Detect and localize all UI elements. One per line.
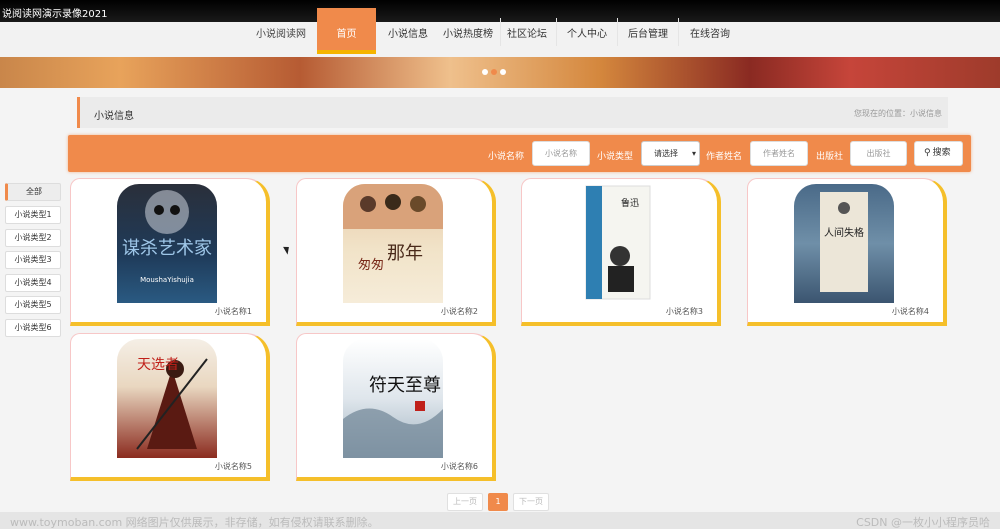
nav-divider	[556, 18, 557, 46]
carousel-dot[interactable]	[482, 69, 488, 75]
category-type-1[interactable]: 小说类型1	[5, 206, 61, 224]
novel-type-select[interactable]: 请选择 ▾	[641, 141, 700, 166]
cover-title-text: 天选者	[137, 357, 179, 373]
top-navbar: 小说阅读网 首页 小说信息 小说热度榜 社区论坛 个人中心 后台管理 在线咨询	[0, 8, 1000, 56]
novel-cover-image[interactable]: 人间失格	[794, 184, 894, 303]
publisher-input[interactable]: 出版社	[850, 141, 907, 166]
nav-community-forum[interactable]: 社区论坛	[503, 8, 551, 54]
novel-name[interactable]: 小说名称6	[441, 461, 478, 472]
author-name-label: 作者姓名	[706, 152, 743, 162]
novel-name[interactable]: 小说名称1	[215, 306, 252, 317]
category-type-2[interactable]: 小说类型2	[5, 229, 61, 247]
prev-page-button[interactable]: 上一页	[447, 493, 483, 511]
nav-home-label: 首页	[336, 29, 357, 40]
nav-divider	[500, 18, 501, 46]
site-brand[interactable]: 小说阅读网	[256, 25, 306, 40]
nav-personal-center-label: 个人中心	[567, 29, 607, 40]
nav-online-consult-label: 在线咨询	[690, 29, 730, 40]
page-title: 小说信息	[94, 111, 134, 122]
nav-popularity-ranking[interactable]: 小说热度榜	[440, 8, 496, 54]
novel-cover-image[interactable]: 符天至尊	[343, 339, 443, 458]
cover-title-text: 人间失格	[824, 226, 864, 239]
next-page-button[interactable]: 下一页	[513, 493, 549, 511]
novel-cover-image[interactable]: 鲁迅	[568, 184, 668, 303]
breadcrumb: 您现在的位置：小说信息	[854, 109, 942, 118]
nav-online-consult[interactable]: 在线咨询	[686, 8, 734, 54]
novel-card[interactable]: 人间失格 小说名称4	[747, 178, 947, 326]
category-all[interactable]: 全部	[5, 183, 61, 201]
nav-personal-center[interactable]: 个人中心	[563, 8, 611, 54]
novel-name-label: 小说名称	[488, 152, 525, 162]
nav-divider	[678, 18, 679, 46]
nav-novel-info[interactable]: 小说信息	[384, 8, 432, 54]
cover-title-text: 那年	[387, 243, 423, 264]
cover-title-text: 符天至尊	[369, 375, 441, 396]
novel-name[interactable]: 小说名称2	[441, 306, 478, 317]
novel-name-input[interactable]: 小说名称	[532, 141, 590, 166]
novel-card[interactable]: 谋杀艺术家 MoushaYishujia 小说名称1	[70, 178, 270, 326]
nav-divider	[617, 18, 618, 46]
author-name-input[interactable]: 作者姓名	[750, 141, 808, 166]
novel-type-selected: 请选择	[654, 149, 678, 158]
novel-card[interactable]: 天选者 小说名称5	[70, 333, 270, 481]
section-header: 小说信息 您现在的位置：小说信息	[77, 97, 948, 128]
page-number-current[interactable]: 1	[488, 493, 508, 511]
cover-title-text: 谋杀艺术家	[122, 238, 212, 259]
nav-community-forum-label: 社区论坛	[507, 29, 547, 40]
category-type-6[interactable]: 小说类型6	[5, 319, 61, 337]
nav-popularity-ranking-label: 小说热度榜	[443, 29, 493, 40]
novel-card[interactable]: 鲁迅 小说名称3	[521, 178, 721, 326]
novel-card[interactable]: 符天至尊 小说名称6	[296, 333, 496, 481]
search-button[interactable]: ⚲ 搜索	[914, 141, 963, 166]
nav-admin-label: 后台管理	[628, 29, 668, 40]
carousel-indicators	[482, 68, 509, 78]
cover-subtitle-text: MoushaYishujia	[140, 276, 194, 284]
novel-type-label: 小说类型	[597, 152, 634, 162]
novel-card[interactable]: 那年 匆匆 小说名称2	[296, 178, 496, 326]
novel-name[interactable]: 小说名称4	[892, 306, 929, 317]
search-bar: 小说名称 小说名称 小说类型 请选择 ▾ 作者姓名 作者姓名 出版社 出版社 ⚲…	[68, 135, 971, 172]
carousel-dot[interactable]	[500, 69, 506, 75]
watermark-bar: www.toymoban.com 网络图片仅供展示，非存储，如有侵权请联系删除。…	[0, 512, 1000, 529]
watermark-right: CSDN @一枚小小程序员哈	[856, 516, 990, 529]
category-type-3[interactable]: 小说类型3	[5, 251, 61, 269]
novel-name[interactable]: 小说名称5	[215, 461, 252, 472]
search-button-label: 搜索	[932, 148, 951, 158]
novel-cover-image[interactable]: 谋杀艺术家 MoushaYishujia	[117, 184, 217, 303]
nav-home[interactable]: 首页	[317, 8, 376, 54]
novel-cover-image[interactable]: 天选者	[117, 339, 217, 458]
nav-novel-info-label: 小说信息	[388, 29, 428, 40]
cover-subtitle-text: 匆匆	[358, 258, 384, 273]
publisher-label: 出版社	[816, 152, 844, 162]
category-type-5[interactable]: 小说类型5	[5, 296, 61, 314]
carousel-dot-active[interactable]	[491, 69, 497, 75]
category-type-4[interactable]: 小说类型4	[5, 274, 61, 292]
novel-cover-image[interactable]: 那年 匆匆	[343, 184, 443, 303]
novel-name[interactable]: 小说名称3	[666, 306, 703, 317]
watermark-left: www.toymoban.com 网络图片仅供展示，非存储，如有侵权请联系删除。	[10, 516, 379, 529]
chevron-down-icon: ▾	[691, 149, 696, 158]
search-icon: ⚲	[924, 148, 931, 158]
cover-title-text: 鲁迅	[621, 197, 639, 209]
nav-admin[interactable]: 后台管理	[624, 8, 672, 54]
